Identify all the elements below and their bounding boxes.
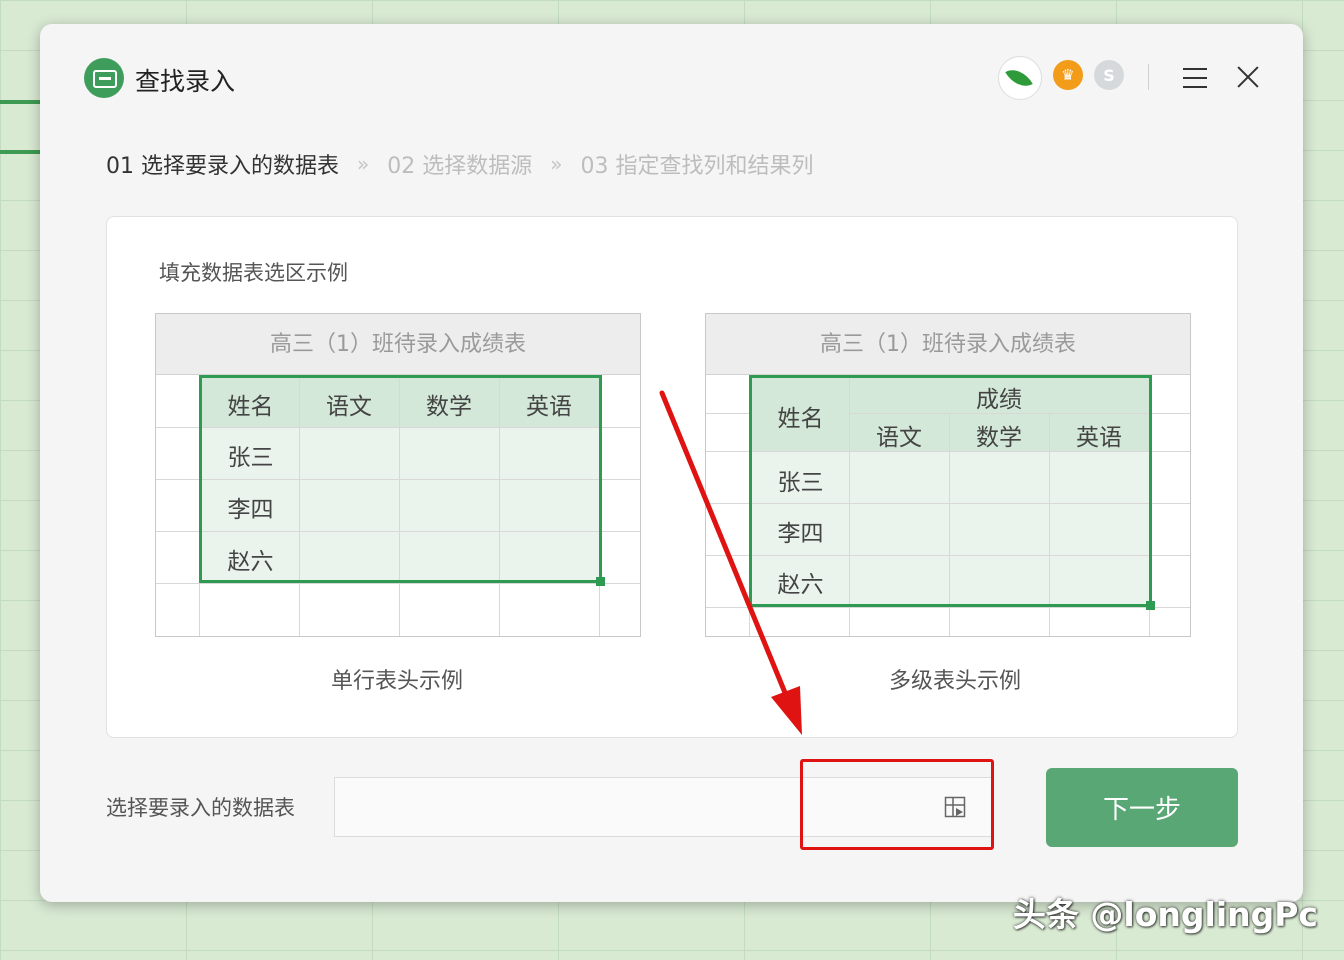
watermark: 头条 @longlingPc: [1012, 895, 1318, 934]
annotation-arrow: [659, 390, 802, 735]
